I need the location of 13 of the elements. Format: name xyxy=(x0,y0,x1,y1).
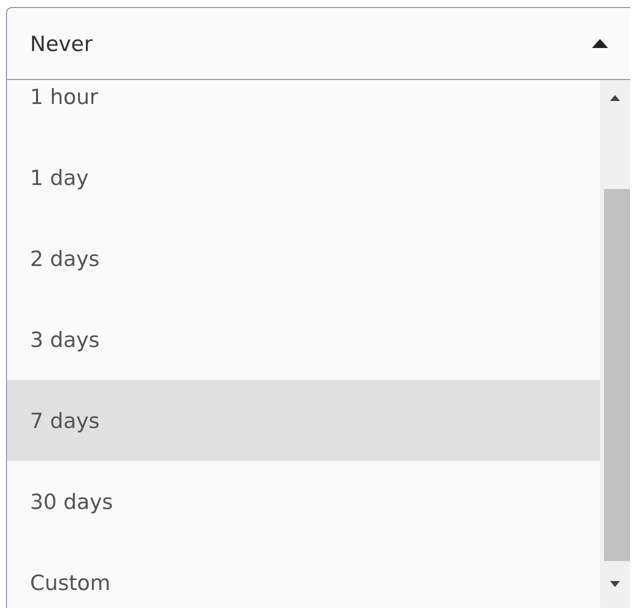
dropdown-option[interactable]: 7 days xyxy=(7,380,600,461)
dropdown-option[interactable]: Custom xyxy=(7,542,600,608)
dropdown-option[interactable]: 1 hour xyxy=(7,80,600,137)
dropdown-option[interactable]: 1 day xyxy=(7,137,600,218)
dropdown-select[interactable]: Never xyxy=(6,7,630,80)
scroll-down-icon[interactable] xyxy=(610,581,620,587)
scroll-up-icon[interactable] xyxy=(610,95,620,101)
dropdown-option[interactable]: 2 days xyxy=(7,218,600,299)
scrollbar-thumb[interactable] xyxy=(604,189,630,561)
dropdown-option[interactable]: 30 days xyxy=(7,461,600,542)
caret-up-icon xyxy=(592,39,608,48)
dropdown-option[interactable]: 3 days xyxy=(7,299,600,380)
scrollbar[interactable] xyxy=(600,80,630,608)
